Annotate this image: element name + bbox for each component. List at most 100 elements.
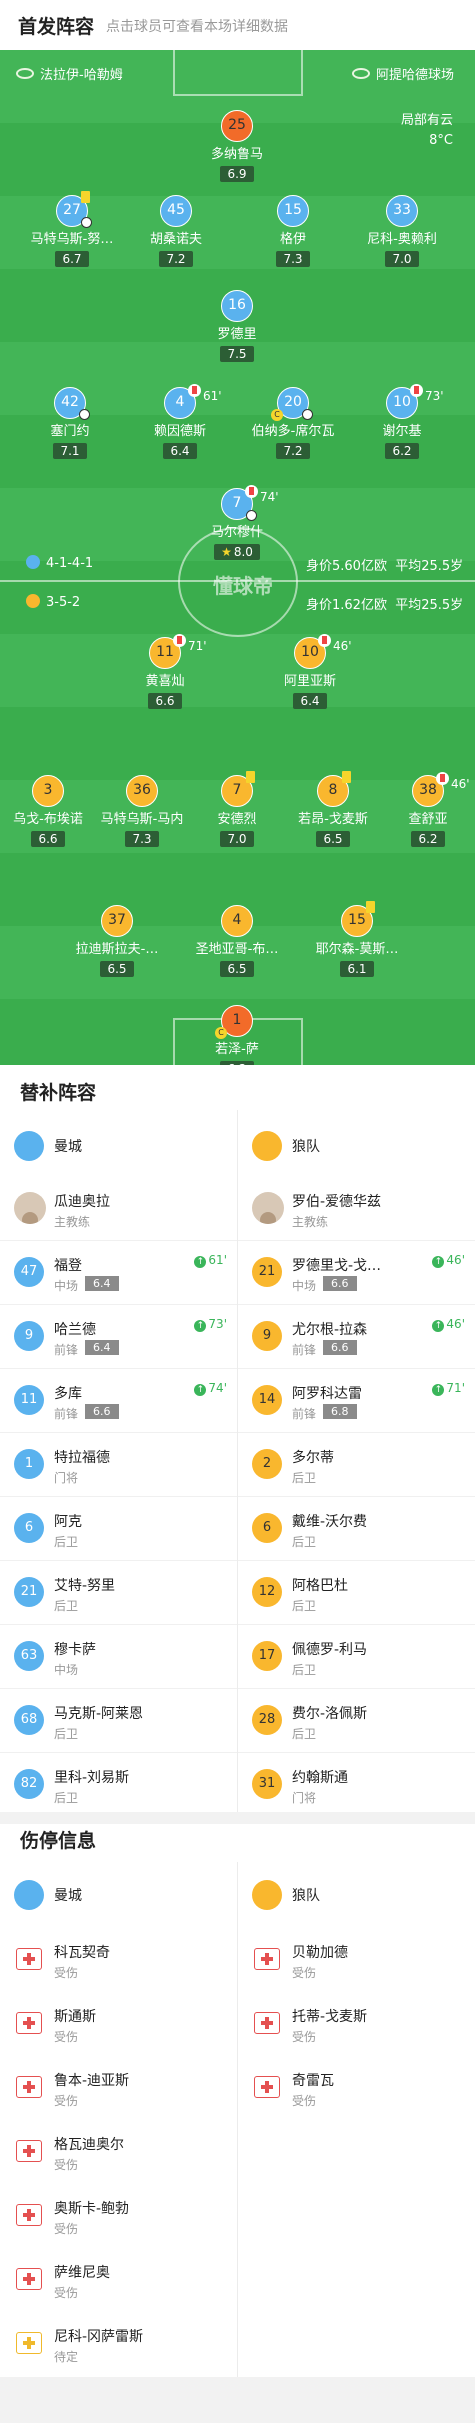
player-name: 艾特-努里 (54, 1578, 116, 1594)
wolves-player[interactable]: 36 马特乌斯-马内 7.3 (87, 775, 197, 847)
player-number: 10 46' (294, 634, 352, 669)
player-number: 1C (215, 1005, 253, 1039)
sub-in-time: 46' (432, 1253, 465, 1268)
man-city-badge-icon (26, 555, 40, 569)
player-number: 8 (317, 771, 351, 807)
sub-player-row[interactable]: 68 马克斯-阿莱恩 后卫 (0, 1689, 237, 1753)
player-name: 胡桑诺夫 (149, 232, 202, 247)
goal-ball-icon (81, 217, 92, 228)
city-player[interactable]: 4 61' 赖因德斯 6.4 (125, 384, 235, 459)
weather-info: 局部有云 8°C (400, 113, 453, 148)
player-name: 安德烈 (217, 812, 257, 827)
wolves-player[interactable]: 10 46' 阿里亚斯 6.4 (255, 634, 365, 709)
injury-row[interactable]: 萨维尼奥 受伤 (0, 2248, 237, 2312)
player-number: 15 (277, 195, 309, 227)
player-number: 38 46' (412, 772, 470, 807)
sub-player-row[interactable]: 21 艾特-努里 后卫 (0, 1561, 237, 1625)
watermark: 懂球帝 (213, 574, 273, 598)
sub-player-row[interactable]: 14 阿罗科达雷前锋 6.8 71' (238, 1369, 475, 1433)
wolves-player[interactable]: 4 圣地亚哥-布… 6.5 (182, 905, 292, 977)
player-name: 若泽-萨 (215, 1042, 259, 1057)
wolves-player[interactable]: 8 若昂-戈麦斯 6.5 (278, 771, 388, 847)
player-name: 哈兰德 (54, 1322, 96, 1338)
player-position: 前锋 (292, 1343, 317, 1357)
sub-player-row[interactable]: 2 多尔蒂 后卫 (238, 1433, 475, 1497)
city-player[interactable]: 25 多纳鲁马 6.9 (182, 110, 292, 182)
city-formation: 4-1-4-1 (26, 555, 93, 571)
sub-player-row[interactable]: 9 哈兰德前锋 6.4 73' (0, 1305, 237, 1369)
sub-player-row[interactable]: 9 尤尔根-拉森前锋 6.6 46' (238, 1305, 475, 1369)
sub-player-row[interactable]: 63 穆卡萨 中场 (0, 1625, 237, 1689)
player-name: 塞门约 (50, 424, 90, 439)
city-player[interactable]: 42 塞门约 7.1 (15, 387, 125, 459)
sub-out-icon (173, 634, 186, 647)
wolves-player[interactable]: 38 46' 查舒亚 6.2 (373, 772, 475, 847)
player-position: 后卫 (292, 1535, 317, 1549)
player-number: 7 74' (221, 485, 279, 521)
player-number: 2 (252, 1449, 282, 1479)
player-rating: 7.5 (220, 346, 254, 362)
sub-player-row[interactable]: 11 多库前锋 6.6 74' (0, 1369, 237, 1433)
city-player[interactable]: 10 73' 谢尔基 6.2 (347, 384, 457, 459)
sub-player-row[interactable]: 12 阿格巴杜 后卫 (238, 1561, 475, 1625)
injury-row[interactable]: 鲁本-迪亚斯 受伤 (0, 2056, 237, 2120)
injury-row[interactable]: 尼科-冈萨雷斯 待定 (0, 2312, 237, 2376)
sub-player-row[interactable]: 82 里科-刘易斯 后卫 (0, 1753, 237, 1817)
player-number: 11 (14, 1385, 44, 1415)
away-coach[interactable]: 罗伯-爱德华兹 主教练 (238, 1177, 475, 1241)
injury-row[interactable]: 托蒂-戈麦斯 受伤 (238, 1992, 475, 2056)
sub-player-row[interactable]: 28 费尔-洛佩斯 后卫 (238, 1689, 475, 1753)
injury-status: 受伤 (54, 2222, 79, 2236)
city-player[interactable]: 16 罗德里 7.5 (182, 290, 292, 362)
injuries-home-team: 曼城 (0, 1864, 237, 1928)
medical-kit-icon (16, 2140, 42, 2162)
city-player[interactable]: 33 尼科-奥赖利 7.0 (347, 195, 457, 267)
wolves-player[interactable]: 1C 若泽-萨 6.2 (182, 1005, 292, 1065)
injury-row[interactable]: 格瓦迪奥尔 受伤 (0, 2120, 237, 2184)
sub-in-time: 74' (194, 1381, 227, 1396)
player-number: 45 (160, 195, 192, 227)
wolves-player[interactable]: 37 拉迪斯拉夫-… 6.5 (62, 905, 172, 977)
sub-time: 61' (203, 389, 222, 403)
home-coach[interactable]: 瓜迪奥拉 主教练 (0, 1177, 237, 1241)
player-number: 27 (56, 191, 92, 228)
city-player[interactable]: 15 格伊 7.3 (238, 195, 348, 267)
sub-player-row[interactable]: 47 福登中场 6.4 61' (0, 1241, 237, 1305)
sub-out-icon (436, 772, 449, 785)
injury-row[interactable]: 斯通斯 受伤 (0, 1992, 237, 2056)
injury-row[interactable]: 科瓦契奇 受伤 (0, 1928, 237, 1992)
player-name: 贝勒加德 (292, 1945, 348, 1961)
player-position: 中场 (54, 1663, 79, 1677)
wolves-player[interactable]: 15 耶尔森-莫斯… 6.1 (302, 901, 412, 977)
city-player[interactable]: 7 74' 马尔穆什 ★ 8.0 (182, 485, 292, 560)
player-number: 6 (14, 1513, 44, 1543)
player-rating: 6.1 (340, 961, 374, 977)
sub-player-row[interactable]: 6 戴维-沃尔费 后卫 (238, 1497, 475, 1561)
goal-ball-icon (246, 510, 257, 521)
player-rating: 6.5 (100, 961, 134, 977)
player-name: 科瓦契奇 (54, 1945, 110, 1961)
city-player[interactable]: 20 C 伯纳多-席尔瓦 7.2 (238, 387, 348, 459)
city-player[interactable]: 45 胡桑诺夫 7.2 (121, 195, 231, 267)
sub-player-row[interactable]: 21 罗德里戈-戈… 中场 6.6 46' (238, 1241, 475, 1305)
captain-badge: C (271, 409, 283, 421)
wolves-player[interactable]: 11 71' 黄喜灿 6.6 (110, 634, 220, 709)
player-name: 萨维尼奥 (54, 2265, 110, 2281)
injury-status: 受伤 (54, 2094, 79, 2108)
sub-player-row[interactable]: 1 特拉福德 门将 (0, 1433, 237, 1497)
city-player[interactable]: 27 马特乌斯-努… 6.7 (17, 191, 127, 267)
sub-player-row[interactable]: 17 佩德罗-利马 后卫 (238, 1625, 475, 1689)
sub-time: 73' (425, 389, 444, 403)
injuries-title: 伤停信息 (20, 1830, 97, 1852)
coach-avatar (252, 1192, 284, 1224)
player-name: 阿克 (54, 1514, 82, 1530)
sub-player-row[interactable]: 31 约翰斯通 门将 (238, 1753, 475, 1817)
injury-row[interactable]: 贝勒加德 受伤 (238, 1928, 475, 1992)
player-number: 63 (14, 1641, 44, 1671)
injury-row[interactable]: 奇雷瓦 受伤 (238, 2056, 475, 2120)
wolves-player[interactable]: 7 安德烈 7.0 (182, 771, 292, 847)
player-name: 尼科-冈萨雷斯 (54, 2329, 144, 2345)
player-rating: 6.6 (323, 1340, 357, 1355)
sub-player-row[interactable]: 6 阿克 后卫 (0, 1497, 237, 1561)
injury-row[interactable]: 奥斯卡-鲍勃 受伤 (0, 2184, 237, 2248)
